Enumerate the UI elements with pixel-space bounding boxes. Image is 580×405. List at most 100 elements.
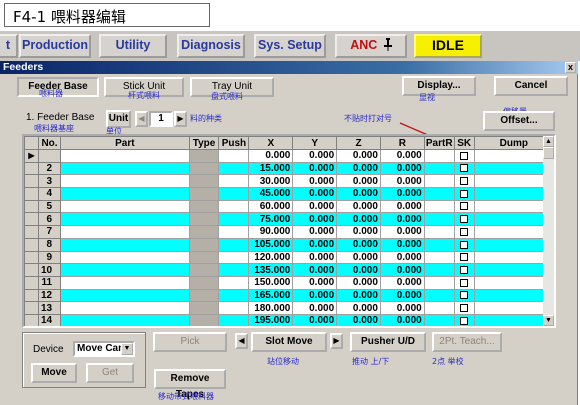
cell-sk[interactable] [453,288,475,303]
sk-checkbox[interactable] [460,240,469,249]
cell-partr[interactable] [423,161,455,176]
cell-dump[interactable] [473,275,554,290]
sk-checkbox[interactable] [460,265,469,274]
get-button[interactable]: Get [86,363,134,383]
cell-dump[interactable] [473,199,554,214]
cell-push[interactable] [218,161,250,176]
cell-part[interactable] [60,161,190,176]
cell-r[interactable]: 0.000 [379,288,425,303]
cell-type[interactable] [188,225,220,239]
anc-button[interactable]: ANC [335,34,407,58]
sk-checkbox[interactable] [460,227,469,236]
cell-r[interactable]: 0.000 [379,250,425,265]
cell-y[interactable]: 0.000 [292,149,338,163]
cell-partr[interactable] [423,263,455,277]
cell-part[interactable] [60,288,190,303]
cell-partr[interactable] [423,187,455,201]
cell-partr[interactable] [423,212,455,227]
cell-r[interactable]: 0.000 [379,237,425,252]
table-row[interactable]: 14 195.000 0.000 0.000 0.000 [24,313,554,326]
cell-dump[interactable] [473,288,554,303]
cell-y[interactable]: 0.000 [292,275,338,290]
cell-part[interactable] [60,250,190,265]
cell-sk[interactable] [453,225,475,239]
cell-push[interactable] [218,275,250,290]
cell-part[interactable] [60,275,190,290]
cell-part[interactable] [60,301,190,315]
cell-z[interactable]: 0.000 [336,225,381,239]
cell-part[interactable] [60,149,190,163]
cell-part[interactable] [60,237,190,252]
cell-y[interactable]: 0.000 [292,237,338,252]
table-row[interactable]: 6 75.000 0.000 0.000 0.000 [24,212,554,227]
cell-sk[interactable] [454,327,474,328]
scroll-thumb[interactable] [543,147,554,159]
cell-sk[interactable] [453,149,475,163]
table-row[interactable]: 12 165.000 0.000 0.000 0.000 [24,288,554,303]
cell-type[interactable] [188,174,220,189]
cell-x[interactable]: 210.000 [249,327,293,328]
cell-y[interactable]: 0.000 [292,250,338,265]
cell-type[interactable] [189,327,219,328]
cell-z[interactable]: 0.000 [336,250,381,265]
cell-type[interactable] [188,250,220,265]
table-row[interactable]: 13 180.000 0.000 0.000 0.000 [24,301,554,315]
table-row[interactable]: 5 60.000 0.000 0.000 0.000 [24,199,554,214]
cell-r[interactable]: 0.000 [380,327,424,328]
sk-checkbox[interactable] [460,291,469,300]
cell-z[interactable]: 0.000 [336,187,381,201]
table-row[interactable]: 2 15.000 0.000 0.000 0.000 [24,161,554,176]
cell-part[interactable] [60,187,190,201]
table-row[interactable]: 7 90.000 0.000 0.000 0.000 [24,225,554,239]
cell-push[interactable] [218,313,250,326]
cell-push[interactable] [218,212,250,227]
device-select[interactable]: Move Cam ▼ [73,341,135,357]
cell-part[interactable] [60,313,190,326]
cancel-button[interactable]: Cancel [494,76,568,96]
sk-checkbox[interactable] [460,303,469,312]
cell-sk[interactable] [453,313,475,326]
cell-y[interactable]: 0.000 [292,161,338,176]
cell-partr[interactable] [423,301,455,315]
cell-push[interactable] [218,301,250,315]
table-row[interactable]: 9 120.000 0.000 0.000 0.000 [24,250,554,265]
cell-x[interactable]: 0.000 [248,149,294,163]
cell-x[interactable]: 120.000 [248,250,294,265]
slot-next-icon[interactable]: ▶ [330,333,343,349]
cell-push[interactable] [218,187,250,201]
cell-dump[interactable] [473,313,554,326]
col-push[interactable]: Push [218,136,250,150]
sk-checkbox[interactable] [460,316,469,325]
sk-checkbox[interactable] [460,278,469,287]
cell-dump[interactable] [473,161,554,176]
cell-r[interactable]: 0.000 [379,149,425,163]
menu-item-diagnosis[interactable]: Diagnosis [177,34,245,58]
cell-part[interactable] [60,212,190,227]
cell-z[interactable]: 0.000 [336,199,381,214]
cell-r[interactable]: 0.000 [379,212,425,227]
cell-dump[interactable] [473,263,554,277]
cell-push[interactable] [218,199,250,214]
cell-sk[interactable] [453,187,475,201]
cell-sk[interactable] [453,250,475,265]
col-z[interactable]: Z [336,136,381,150]
pick-button[interactable]: Pick [153,332,227,352]
col-r[interactable]: R [379,136,425,150]
cell-partr[interactable] [423,199,455,214]
cell-dump[interactable] [473,301,554,315]
cell-sk[interactable] [453,212,475,227]
cell-push[interactable] [218,174,250,189]
cell-partr[interactable] [424,327,454,328]
cell-partr[interactable] [423,313,455,326]
col-type[interactable]: Type [188,136,220,150]
cell-z[interactable]: 0.000 [337,327,381,328]
cell-y[interactable]: 0.000 [292,313,338,326]
cell-r[interactable]: 0.000 [379,161,425,176]
cell-y[interactable]: 0.000 [292,225,338,239]
col-partr[interactable]: PartR [423,136,455,150]
cell-y[interactable]: 0.000 [293,327,337,328]
cell-z[interactable]: 0.000 [336,288,381,303]
table-row[interactable]: 3 30.000 0.000 0.000 0.000 [24,174,554,189]
sk-checkbox[interactable] [460,253,469,262]
cell-partr[interactable] [423,149,455,163]
